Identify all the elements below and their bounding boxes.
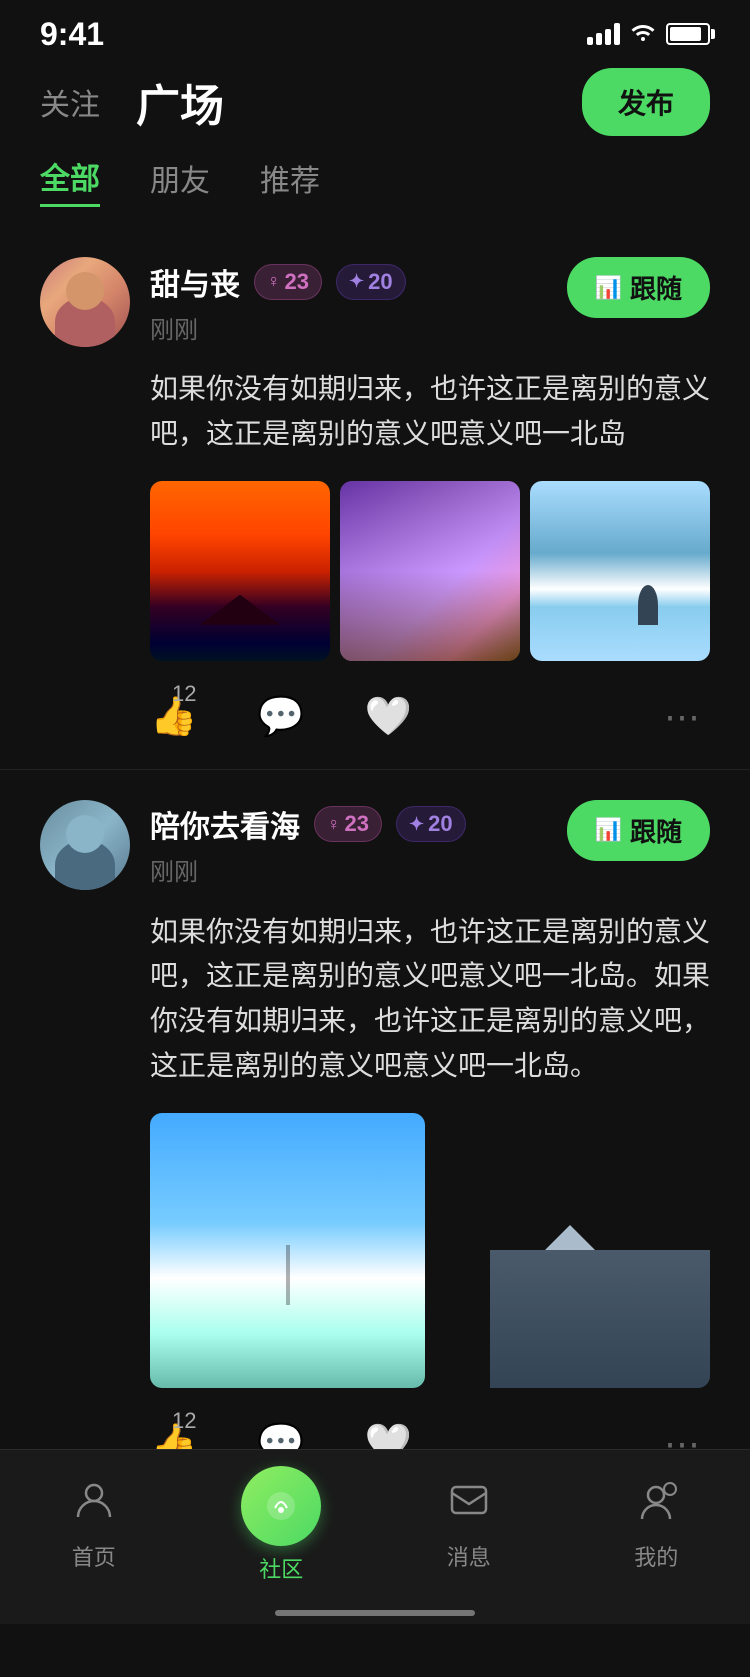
- favorite-button[interactable]: 🤍: [365, 695, 412, 739]
- nav-home[interactable]: 首页: [0, 1479, 188, 1572]
- post-header: 甜与丧 ♀ 23 ✦ 20 刚刚 📊 跟随: [40, 257, 710, 347]
- post-image-2[interactable]: [435, 1113, 710, 1388]
- nav-mine-label: 我的: [634, 1540, 678, 1572]
- badge-level: ✦ 20: [396, 806, 466, 842]
- badge-gender: ♀ 23: [254, 264, 322, 300]
- tab-bar: 全部 朋友 推荐: [0, 154, 750, 207]
- post-image-2[interactable]: [340, 481, 520, 661]
- post-time: 刚刚: [150, 310, 406, 345]
- follow-button[interactable]: 📊 跟随: [567, 257, 710, 318]
- gender-icon: ♀: [327, 814, 341, 835]
- signal-icon: [587, 23, 620, 45]
- post-header: 陪你去看海 ♀ 23 ✦ 20 刚刚 📊 跟随: [40, 800, 710, 890]
- home-indicator: [275, 1610, 475, 1616]
- avatar[interactable]: [40, 800, 130, 890]
- post-image-1[interactable]: [150, 1113, 425, 1388]
- avatar[interactable]: [40, 257, 130, 347]
- heart-icon: 🤍: [365, 695, 412, 739]
- post-content: 如果你没有如期归来，也许这正是离别的意义吧，这正是离别的意义吧意义吧一北岛: [150, 367, 710, 457]
- post-image-3[interactable]: [530, 481, 710, 661]
- nav-community-label: 社区: [259, 1552, 303, 1584]
- status-icons: [587, 21, 710, 47]
- badge-level: ✦ 20: [336, 264, 406, 300]
- nav-messages-label: 消息: [447, 1540, 491, 1572]
- post-card: 陪你去看海 ♀ 23 ✦ 20 刚刚 📊 跟随 如果你没有如期归来，也许这正是离…: [0, 770, 750, 1497]
- page-title: 广场: [136, 70, 224, 134]
- status-bar: 9:41: [0, 0, 750, 60]
- nav-home-label: 首页: [72, 1540, 116, 1572]
- comment-button[interactable]: 💬: [257, 695, 304, 739]
- username[interactable]: 甜与丧: [150, 260, 240, 304]
- level-icon: ✦: [349, 271, 364, 292]
- like-button[interactable]: 12 👍: [150, 695, 197, 739]
- badge-gender: ♀ 23: [314, 806, 382, 842]
- home-icon: [72, 1479, 116, 1534]
- username[interactable]: 陪你去看海: [150, 802, 300, 846]
- tab-all[interactable]: 全部: [40, 154, 100, 207]
- tab-friends[interactable]: 朋友: [150, 156, 210, 206]
- action-bar: 12 👍 💬 🤍 ⋯: [40, 685, 710, 739]
- sound-wave-icon: 📊: [595, 275, 622, 301]
- mine-icon: [634, 1479, 678, 1534]
- sound-wave-icon: 📊: [595, 817, 622, 843]
- community-icon[interactable]: [241, 1466, 321, 1546]
- header: 关注 广场 发布: [0, 60, 750, 154]
- post-images: [150, 1113, 710, 1388]
- level-icon: ✦: [409, 814, 424, 835]
- battery-icon: [666, 23, 710, 45]
- publish-button[interactable]: 发布: [582, 68, 710, 136]
- messages-icon: [447, 1479, 491, 1534]
- more-button[interactable]: ⋯: [664, 696, 700, 738]
- post-time: 刚刚: [150, 852, 466, 887]
- nav-messages[interactable]: 消息: [375, 1479, 563, 1572]
- gender-icon: ♀: [267, 271, 281, 292]
- status-time: 9:41: [40, 16, 104, 53]
- post-images: [150, 481, 710, 661]
- bottom-nav: 首页 社区 消息 我的: [0, 1449, 750, 1624]
- nav-mine[interactable]: 我的: [563, 1479, 750, 1572]
- nav-community[interactable]: 社区: [188, 1466, 376, 1584]
- post-image-1[interactable]: [150, 481, 330, 661]
- follow-button[interactable]: 📊 跟随: [567, 800, 710, 861]
- comment-icon: 💬: [257, 695, 304, 739]
- post-card: 甜与丧 ♀ 23 ✦ 20 刚刚 📊 跟随 如果你没有如期归来，也许这正是离别的…: [0, 227, 750, 770]
- guanzhu-link[interactable]: 关注: [40, 80, 100, 124]
- post-content: 如果你没有如期归来，也许这正是离别的意义吧，这正是离别的意义吧意义吧一北岛。如果…: [150, 910, 710, 1089]
- tab-recommend[interactable]: 推荐: [260, 156, 320, 206]
- wifi-icon: [630, 21, 656, 47]
